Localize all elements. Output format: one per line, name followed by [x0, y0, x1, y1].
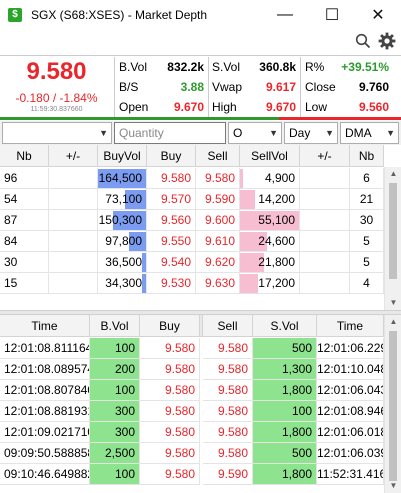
sell-trade-volume[interactable]: 1,800 [253, 422, 317, 443]
sell-trade-price[interactable]: 9.590 [203, 464, 253, 485]
sell-trade-price[interactable]: 9.580 [203, 401, 253, 422]
sell-price-header[interactable]: Sell [203, 315, 253, 337]
buy-trade-volume[interactable]: 200 [90, 359, 140, 380]
buy-trade-time[interactable]: 12:01:08.807840 [0, 380, 90, 401]
buy-trade-price[interactable]: 9.580 [140, 359, 200, 380]
buy-trade-price[interactable]: 9.580 [140, 443, 200, 464]
buy-trade-volume[interactable]: 100 [90, 338, 140, 359]
buy-trade-time[interactable]: 09:10:46.649882 [0, 464, 90, 485]
trades-scrollbar[interactable]: ▲ ▼ [384, 315, 401, 493]
buy-trade-time[interactable]: 12:01:08.881931 [0, 401, 90, 422]
sell-trade-volume[interactable]: 1,300 [253, 359, 317, 380]
sell-trade-price[interactable]: 9.580 [203, 422, 253, 443]
sell-trade-volume[interactable]: 500 [253, 443, 317, 464]
buy-price-header[interactable]: Buy [140, 315, 200, 337]
sell-trade-price[interactable]: 9.580 [203, 443, 253, 464]
buy-trade-time[interactable]: 12:01:09.021710 [0, 422, 90, 443]
buy-time-header[interactable]: Time [0, 315, 90, 337]
sell-trade-time[interactable]: 11:52:31.416627 [317, 464, 384, 485]
sell-volume-header[interactable]: S.Vol [253, 315, 317, 337]
sell-trade-time[interactable]: 12:01:06.018420 [317, 422, 384, 443]
time-and-sales-grid: Time B.Vol Buy Sell S.Vol Time 12:01:08.811164… [0, 0, 401, 493]
sell-trade-volume[interactable]: 100 [253, 401, 317, 422]
buy-trade-volume[interactable]: 300 [90, 401, 140, 422]
sell-trade-volume[interactable]: 1,800 [253, 380, 317, 401]
trades-gap [200, 315, 203, 337]
sell-trade-time[interactable]: 12:01:10.048514 [317, 359, 384, 380]
scroll-down-icon[interactable]: ▼ [385, 479, 401, 493]
sell-trade-volume[interactable]: 1,800 [253, 464, 317, 485]
buy-trade-volume[interactable]: 100 [90, 464, 140, 485]
buy-trade-time[interactable]: 09:09:50.588858 [0, 443, 90, 464]
sell-time-header[interactable]: Time [317, 315, 384, 337]
sell-trade-price[interactable]: 9.580 [203, 359, 253, 380]
sell-trade-time[interactable]: 12:01:08.946587 [317, 401, 384, 422]
sell-trade-time[interactable]: 12:01:06.229565 [317, 338, 384, 359]
buy-trade-price[interactable]: 9.580 [140, 380, 200, 401]
buy-trade-time[interactable]: 12:01:08.089574 [0, 359, 90, 380]
scroll-thumb[interactable] [389, 331, 397, 481]
buy-volume-header[interactable]: B.Vol [90, 315, 140, 337]
sell-trade-time[interactable]: 12:01:06.039989 [317, 443, 384, 464]
sell-trade-time[interactable]: 12:01:06.043271 [317, 380, 384, 401]
buy-trade-volume[interactable]: 100 [90, 380, 140, 401]
buy-trade-volume[interactable]: 2,500 [90, 443, 140, 464]
buy-trade-price[interactable]: 9.580 [140, 338, 200, 359]
buy-trade-price[interactable]: 9.580 [140, 401, 200, 422]
buy-trade-time[interactable]: 12:01:08.811164 [0, 338, 90, 359]
sell-trade-price[interactable]: 9.580 [203, 338, 253, 359]
buy-trade-price[interactable]: 9.580 [140, 422, 200, 443]
scroll-up-icon[interactable]: ▲ [385, 315, 401, 329]
sell-trade-volume[interactable]: 500 [253, 338, 317, 359]
buy-trade-volume[interactable]: 300 [90, 422, 140, 443]
sell-trade-price[interactable]: 9.580 [203, 380, 253, 401]
buy-trade-price[interactable]: 9.580 [140, 464, 200, 485]
